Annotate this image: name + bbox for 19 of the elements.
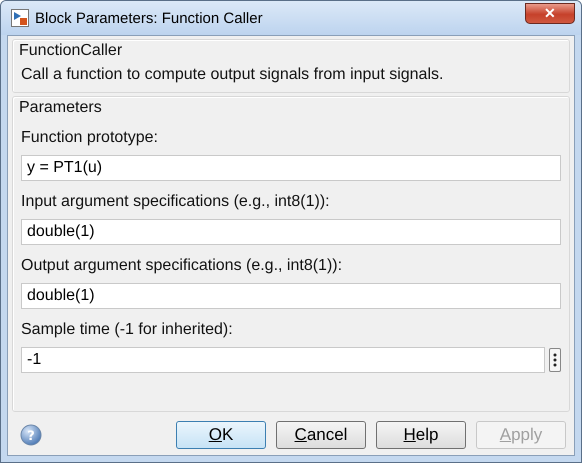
- group-title: Parameters: [19, 99, 103, 117]
- dialog-button[interactable]: Cancel: [276, 421, 366, 449]
- field-label: Function prototype:: [21, 129, 159, 147]
- dialog-button[interactable]: OK: [176, 421, 266, 449]
- group-title: FunctionCaller: [19, 42, 124, 60]
- input-field[interactable]: y = PT1(u): [21, 155, 561, 181]
- input-field[interactable]: -1: [21, 347, 545, 373]
- field-label: Sample time (-1 for inherited):: [21, 321, 234, 339]
- vertical-dots-icon: [553, 353, 557, 367]
- description-text: Call a function to compute output signals from input signals.: [21, 66, 444, 84]
- input-field[interactable]: double(1): [21, 283, 561, 309]
- more-options-button[interactable]: [549, 348, 561, 372]
- input-field[interactable]: double(1): [21, 219, 561, 245]
- field-label: Input argument specifications (e.g., int8(1)):: [21, 193, 331, 211]
- close-button[interactable]: ✕: [525, 2, 575, 24]
- field-label: Output argument specifications (e.g., int8(1)):: [21, 257, 344, 275]
- block-icon: [11, 9, 29, 27]
- window-title: Block Parameters: Function Caller: [35, 10, 264, 26]
- dialog-button[interactable]: Help: [376, 421, 466, 449]
